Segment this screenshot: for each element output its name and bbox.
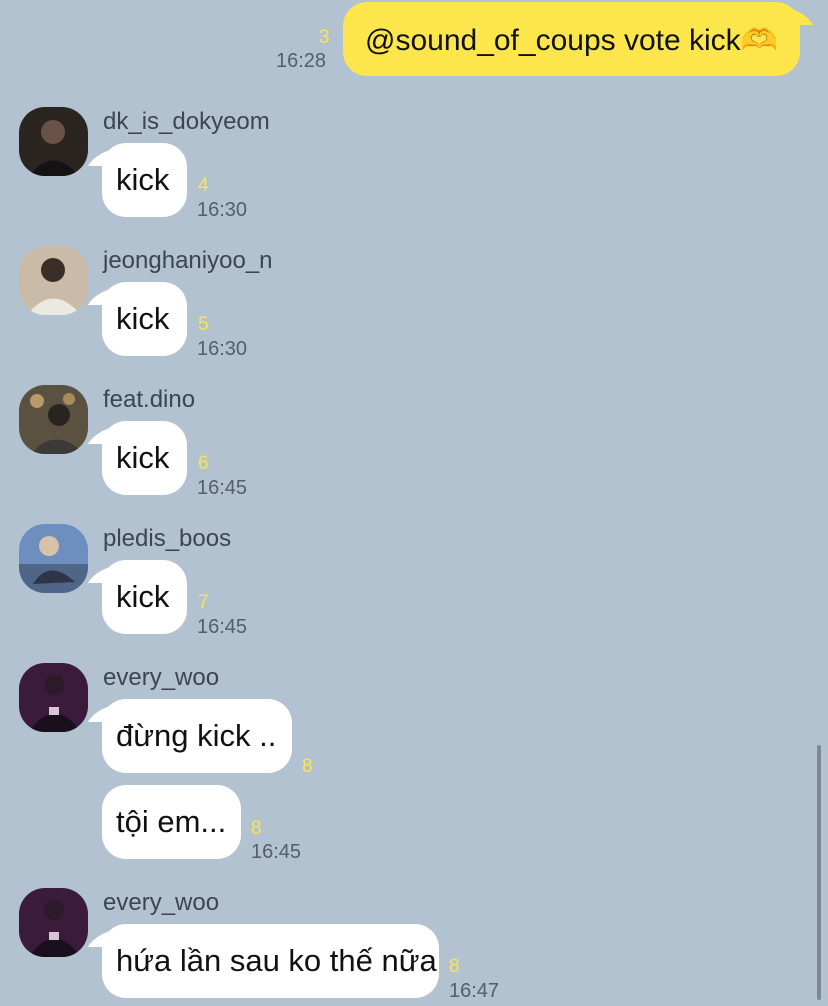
message-time: 16:45 [197, 616, 248, 638]
avatar-photo-icon [19, 385, 88, 454]
avatar-photo-icon [19, 888, 88, 957]
avatar[interactable] [19, 663, 88, 732]
message-time: 16:47 [449, 980, 500, 1002]
message-bubble[interactable]: kick [102, 421, 187, 495]
avatar-photo-icon [19, 246, 88, 315]
avatar-photo-icon [19, 107, 88, 176]
message-bubble[interactable]: kick [102, 560, 187, 634]
sender-name: feat.dino [103, 386, 196, 413]
unread-count: 7 [198, 592, 209, 613]
avatar[interactable] [19, 385, 88, 454]
message-bubble[interactable]: kick [102, 282, 187, 356]
avatar[interactable] [19, 888, 88, 957]
avatar[interactable] [19, 246, 88, 315]
avatar-photo-icon [19, 524, 88, 593]
unread-count: 5 [198, 314, 209, 335]
scrollbar[interactable] [817, 745, 821, 1000]
sender-name: pledis_boos [103, 525, 232, 552]
sender-name: every_woo [103, 664, 220, 691]
unread-count: 6 [198, 453, 209, 474]
unread-count: 8 [302, 756, 313, 777]
unread-count: 3 [319, 27, 330, 48]
sender-name: jeonghaniyoo_n [103, 247, 273, 274]
message-bubble[interactable]: tội em... [102, 785, 241, 859]
message-bubble[interactable]: đừng kick .. [102, 699, 292, 773]
unread-count: 8 [251, 818, 262, 839]
sender-name: dk_is_dokyeom [103, 108, 270, 135]
message-time: 16:45 [251, 841, 302, 863]
unread-count: 8 [449, 956, 460, 977]
message-bubble[interactable]: hứa lần sau ko thế nữa [102, 924, 439, 998]
message-bubble[interactable]: kick [102, 143, 187, 217]
sender-name: every_woo [103, 889, 220, 916]
avatar[interactable] [19, 524, 88, 593]
message-time: 16:30 [197, 199, 248, 221]
message-time: 16:45 [197, 477, 248, 499]
message-time: 16:30 [197, 338, 248, 360]
avatar-photo-icon [19, 663, 88, 732]
my-message-bubble[interactable]: @sound_of_coups vote kick🫶 [343, 2, 801, 76]
unread-count: 4 [198, 175, 209, 196]
message-time: 16:28 [276, 50, 327, 72]
avatar[interactable] [19, 107, 88, 176]
